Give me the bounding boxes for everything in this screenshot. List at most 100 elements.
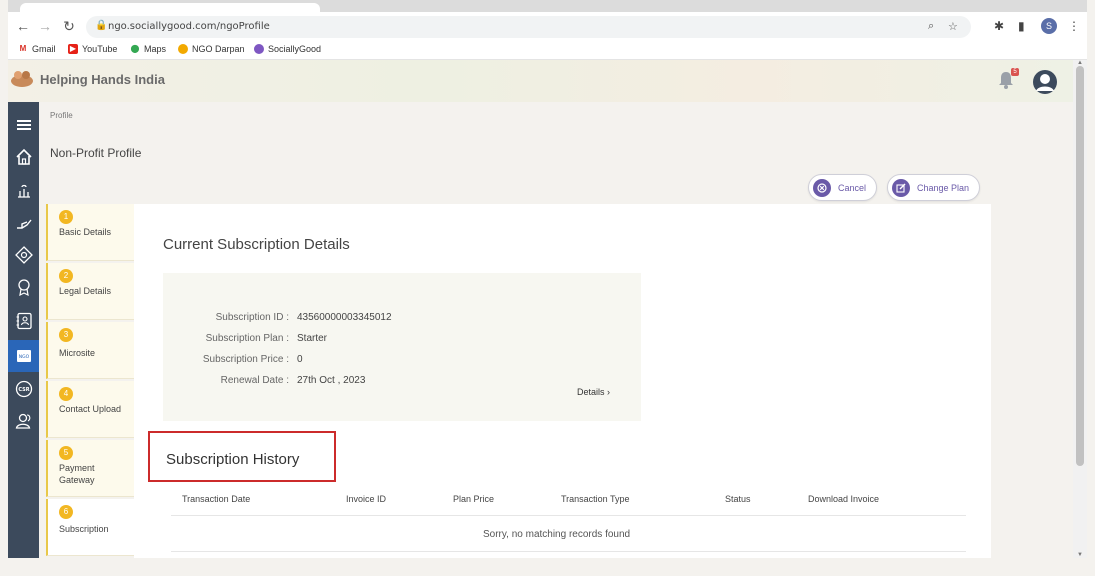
renewal-date-label: Renewal Date :	[220, 375, 289, 386]
bookmark-maps[interactable]: ⬤ Maps	[130, 44, 166, 54]
empty-table-message: Sorry, no matching records found	[483, 529, 631, 540]
csr-icon: CSR	[15, 380, 32, 398]
step-microsite[interactable]: 3 Microsite	[46, 322, 134, 379]
subscription-id-label: Subscription ID :	[215, 312, 289, 323]
bookmark-sociallygood[interactable]: SociallyGood	[254, 44, 321, 54]
main-area: Profile Non-Profit Profile Cancel Change…	[39, 102, 1073, 558]
subscription-section-title: Current Subscription Details	[163, 236, 350, 253]
browser-tab-strip	[8, 0, 1087, 12]
subscription-plan-value: Starter	[297, 333, 328, 344]
subscription-price-label: Subscription Price :	[202, 354, 289, 365]
youtube-icon: ▶	[68, 44, 78, 54]
details-link[interactable]: Details ›	[577, 387, 610, 397]
scrollbar-thumb[interactable]	[1076, 66, 1084, 466]
bookmark-ngo-darpan[interactable]: NGO Darpan	[178, 44, 245, 54]
browser-profile-avatar[interactable]: S	[1041, 18, 1057, 34]
sidebar-item-badge[interactable]	[8, 240, 39, 270]
page-scrollbar[interactable]: ▲ ▼	[1073, 60, 1087, 558]
reload-icon[interactable]: ↻	[60, 17, 78, 35]
org-name: Helping Hands India	[40, 72, 165, 87]
step-label: Microsite	[59, 348, 96, 358]
badge-icon	[14, 246, 33, 264]
sidebar-item-award[interactable]	[8, 272, 39, 302]
sidebar-item-donate[interactable]	[8, 208, 39, 238]
page-title: Non-Profit Profile	[50, 146, 142, 160]
bookmark-gmail[interactable]: M Gmail	[18, 44, 56, 54]
subscription-history-title: Subscription History	[166, 451, 300, 468]
step-legal-details[interactable]: 2 Legal Details	[46, 263, 134, 320]
ngo-icon-label: NGO	[18, 354, 29, 360]
table-divider	[171, 551, 966, 552]
change-plan-label: Change Plan	[917, 182, 970, 193]
sidebar-item-users[interactable]	[8, 406, 39, 436]
forward-icon[interactable]: →	[36, 17, 54, 35]
breadcrumb[interactable]: Profile	[50, 111, 73, 120]
renewal-date-value: 27th Oct , 2023	[297, 375, 366, 386]
bookmark-youtube[interactable]: ▶ YouTube	[68, 44, 117, 54]
cancel-button[interactable]: Cancel	[808, 174, 878, 201]
change-plan-button[interactable]: Change Plan	[887, 174, 981, 201]
address-bar[interactable]: 🔒 ngo.sociallygood.com/ngoProfile ⌕ ☆	[86, 16, 971, 38]
step-number: 1	[59, 210, 73, 224]
column-header-status[interactable]: Status	[725, 494, 751, 504]
sidebar-menu-toggle[interactable]	[8, 110, 39, 140]
subscription-id-value: 43560000003345012	[297, 312, 392, 323]
sidebar-item-home[interactable]	[8, 142, 39, 172]
sidebar-item-ngo[interactable]: NGO	[8, 340, 39, 372]
org-logo	[11, 71, 33, 87]
browser-tab[interactable]	[20, 3, 320, 12]
ngo-darpan-icon	[178, 44, 188, 54]
home-icon	[15, 148, 32, 165]
maps-icon: ⬤	[130, 44, 140, 54]
column-header-invoice-id[interactable]: Invoice ID	[346, 494, 386, 504]
contacts-icon	[16, 312, 32, 330]
cancel-label: Cancel	[838, 182, 867, 193]
column-header-transaction-type[interactable]: Transaction Type	[561, 494, 630, 504]
sidebar-item-charity[interactable]	[8, 176, 39, 206]
step-number: 3	[59, 328, 73, 342]
step-payment-gateway[interactable]: 5 Payment Gateway	[46, 440, 134, 497]
step-label: Payment Gateway	[59, 463, 95, 485]
award-icon	[17, 279, 30, 296]
zoom-icon[interactable]: ⌕	[928, 20, 934, 33]
sidebar-item-contacts[interactable]	[8, 306, 39, 336]
step-label: Subscription	[59, 524, 109, 534]
step-subscription[interactable]: 6 Subscription	[46, 499, 134, 556]
profile-content-card: 1 Basic Details 2 Legal Details 3 Micros…	[46, 204, 991, 558]
step-basic-details[interactable]: 1 Basic Details	[46, 204, 134, 261]
subscription-history-highlight: Subscription History	[148, 431, 336, 482]
bookmark-star-icon[interactable]: ☆	[948, 20, 958, 33]
url-text[interactable]: ngo.sociallygood.com/ngoProfile	[108, 21, 270, 32]
column-header-plan-price[interactable]: Plan Price	[453, 494, 494, 504]
subscription-price-value: 0	[297, 354, 303, 365]
sociallygood-icon	[254, 44, 264, 54]
gmail-icon: M	[18, 44, 28, 54]
menu-icon	[16, 120, 31, 130]
step-label: Basic Details	[59, 227, 112, 237]
step-label: Contact Upload	[59, 404, 122, 414]
sidebar: NGO CSR	[8, 102, 39, 558]
subscription-details-box: Subscription ID : 43560000003345012 Subs…	[163, 273, 641, 421]
more-menu-icon[interactable]: ⋮	[1068, 19, 1080, 33]
bookmarks-bar: M Gmail ▶ YouTube ⬤ Maps NGO Darpan Soci…	[8, 40, 1087, 60]
column-header-download-invoice[interactable]: Download Invoice	[808, 494, 879, 504]
profile-steps: 1 Basic Details 2 Legal Details 3 Micros…	[46, 204, 134, 558]
sidebar-item-csr[interactable]: CSR	[8, 374, 39, 404]
charity-icon	[17, 184, 30, 198]
edit-icon	[892, 178, 910, 197]
app-header: Helping Hands India 5	[8, 60, 1073, 102]
step-contact-upload[interactable]: 4 Contact Upload	[46, 381, 134, 438]
step-label: Legal Details	[59, 286, 112, 296]
user-avatar-icon[interactable]	[1032, 69, 1058, 95]
subscription-plan-label: Subscription Plan :	[205, 333, 289, 344]
sidepanel-icon[interactable]: ▮	[1018, 19, 1025, 33]
ngo-icon: NGO	[16, 350, 31, 362]
back-icon[interactable]: ←	[14, 17, 32, 35]
step-number: 2	[59, 269, 73, 283]
scroll-down-icon[interactable]: ▼	[1077, 552, 1083, 558]
step-number: 5	[59, 446, 73, 460]
column-header-transaction-date[interactable]: Transaction Date	[182, 494, 250, 504]
donate-icon	[16, 219, 32, 229]
notification-badge: 5	[1011, 68, 1019, 76]
extensions-icon[interactable]: ✱	[994, 19, 1004, 33]
